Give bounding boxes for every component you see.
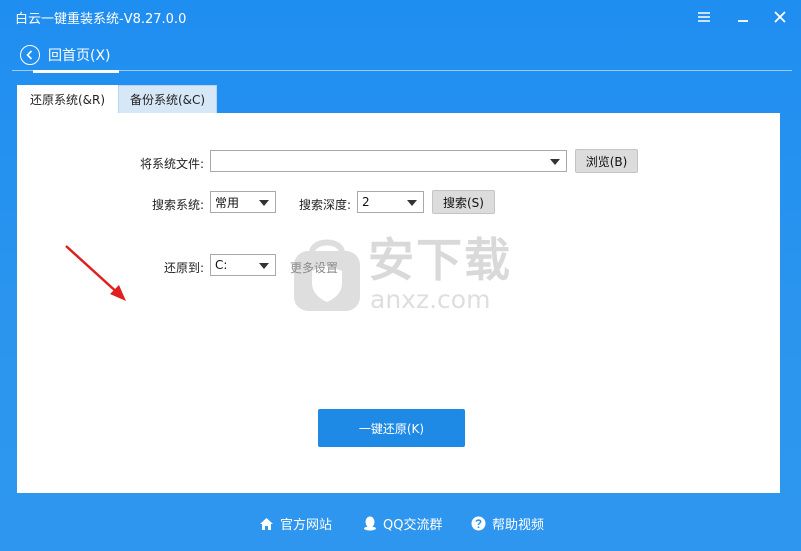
system-file-label: 将系统文件: (140, 157, 205, 171)
restore-to-select[interactable]: C: (210, 254, 276, 276)
back-home-button[interactable]: 回首页(X) (20, 43, 111, 67)
more-settings-link[interactable]: 更多设置 (290, 259, 338, 276)
footer-help-video-label: 帮助视频 (492, 518, 545, 533)
qq-penguin-icon (364, 516, 376, 531)
system-file-combo[interactable] (210, 150, 567, 172)
gear-icon[interactable] (690, 4, 718, 30)
app-title: 白云一键重装系统-V8.27.0.0 (15, 12, 187, 27)
back-home-label: 回首页(X) (48, 48, 111, 64)
home-icon (260, 517, 273, 530)
search-depth-label: 搜索深度: (299, 198, 352, 212)
chevron-down-icon (259, 263, 269, 269)
restore-panel: 安下载 anxz.com 将系统文件: 浏览(B) 搜索系统: 常用 搜索深度:… (17, 113, 780, 493)
annotation-arrow-icon (65, 245, 126, 301)
search-system-value: 常用 (215, 195, 240, 210)
restore-to-label: 还原到: (164, 261, 205, 275)
close-icon[interactable] (766, 4, 794, 30)
tab-backup-system[interactable]: 备份系统(&C) (118, 85, 217, 113)
title-bar[interactable]: 白云一键重装系统-V8.27.0.0 (0, 0, 801, 34)
minimize-icon[interactable] (729, 4, 757, 30)
tab-restore-system[interactable]: 还原系统(&R) (17, 85, 118, 113)
search-button[interactable]: 搜索(S) (432, 190, 495, 214)
footer: 官方网站 QQ交流群 帮助视频 (0, 508, 801, 538)
header-divider (12, 70, 792, 71)
footer-official-site[interactable]: 官方网站 (259, 514, 332, 533)
one-click-restore-button[interactable]: 一键还原(K) (318, 409, 465, 447)
browse-button[interactable]: 浏览(B) (575, 149, 638, 173)
restore-to-value: C: (215, 258, 228, 272)
footer-qq-group-label: QQ交流群 (383, 518, 443, 533)
search-depth-value: 2 (362, 195, 370, 209)
search-depth-select[interactable]: 2 (357, 191, 424, 213)
footer-help-video[interactable]: 帮助视频 (471, 514, 544, 533)
arrow-left-circle-icon (20, 45, 40, 65)
back-home-underline (33, 70, 119, 73)
chevron-down-icon (407, 200, 417, 206)
search-system-select[interactable]: 常用 (210, 191, 276, 213)
app-window: 白云一键重装系统-V8.27.0.0 回首页(X) 还原系统(&R) 备份系统(… (0, 0, 801, 551)
footer-qq-group[interactable]: QQ交流群 (363, 514, 442, 533)
search-system-label: 搜索系统: (152, 198, 205, 212)
watermark-en: anxz.com (370, 285, 491, 314)
footer-official-site-label: 官方网站 (280, 518, 333, 533)
chevron-down-icon (550, 159, 560, 165)
watermark-cn: 安下载 (368, 233, 512, 287)
help-circle-icon (471, 516, 486, 531)
chevron-down-icon (259, 200, 269, 206)
